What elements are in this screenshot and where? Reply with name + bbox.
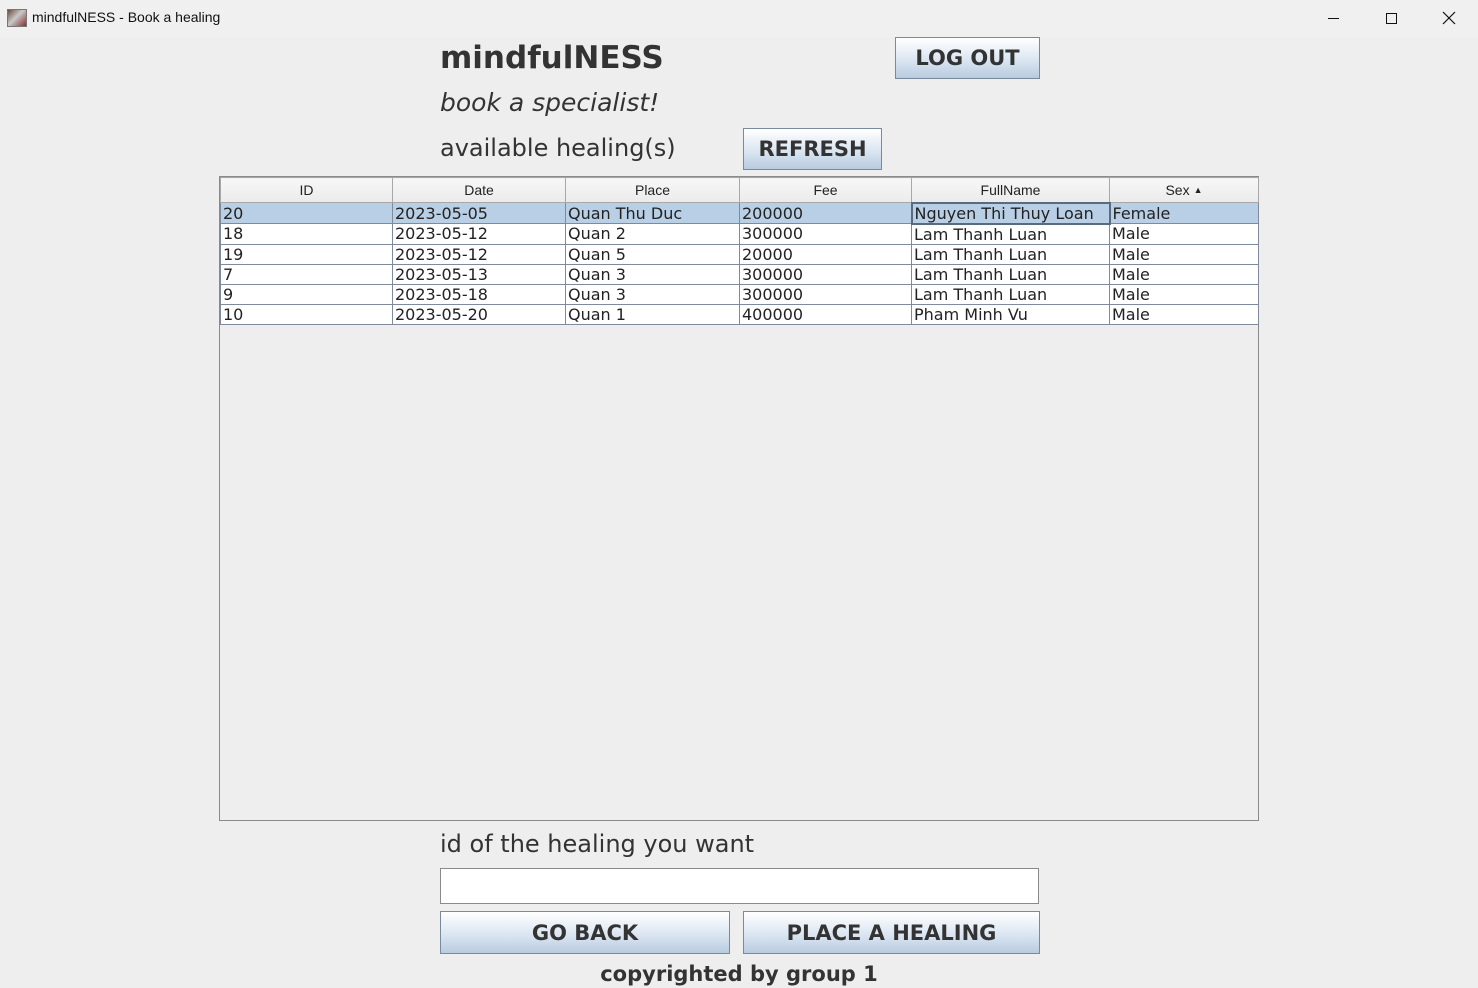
table-cell-place[interactable]: Quan 5	[565, 243, 740, 265]
table-cell-fee[interactable]: 300000	[739, 263, 912, 285]
column-header-label: FullName	[980, 181, 1041, 198]
table-cell-id[interactable]: 20	[220, 202, 393, 224]
table-cell-fee[interactable]: 200000	[739, 202, 912, 224]
table-cell-fullname[interactable]: Pham Minh Vu	[911, 303, 1110, 325]
maximize-button[interactable]	[1362, 0, 1420, 36]
healings-table-viewport[interactable]: ID Date Place Fee FullName Sex ▲ 20 2023-05-05 Q…	[219, 176, 1259, 821]
table-cell-place[interactable]: Quan 2	[565, 223, 740, 245]
go-back-button[interactable]: GO BACK	[440, 911, 730, 954]
table-cell-fullname[interactable]: Lam Thanh Luan	[911, 283, 1110, 305]
close-button[interactable]	[1420, 0, 1478, 36]
table-cell-fee[interactable]: 300000	[739, 223, 912, 245]
table-cell-id[interactable]: 10	[220, 303, 393, 325]
table-cell-sex[interactable]: Male	[1109, 243, 1259, 265]
column-header-label: Place	[634, 182, 671, 198]
sort-ascending-icon: ▲	[1193, 185, 1203, 195]
table-cell-fee[interactable]: 300000	[739, 283, 912, 305]
table-cell-date[interactable]: 2023-05-12	[392, 223, 566, 245]
minimize-icon	[1327, 17, 1339, 19]
column-header-sex[interactable]: Sex ▲	[1109, 177, 1259, 203]
table-cell-fullname[interactable]: Lam Thanh Luan	[911, 243, 1110, 265]
title-bar: mindfulNESS - Book a healing	[0, 0, 1478, 37]
table-row[interactable]: 19 2023-05-12 Quan 5 20000 Lam Thanh Luan Mal…	[220, 243, 1259, 265]
table-row[interactable]: 20 2023-05-05 Quan Thu Duc 200000 Nguyen Thi…	[220, 201, 1259, 225]
table-cell-fullname[interactable]: Nguyen Thi Thuy Loan	[910, 201, 1111, 225]
table-cell-sex[interactable]: Female	[1109, 202, 1259, 224]
refresh-button[interactable]: REFRESH	[743, 128, 882, 170]
column-header-label: Fee	[813, 182, 838, 198]
table-cell-sex[interactable]: Male	[1109, 263, 1259, 285]
table-cell-place[interactable]: Quan 1	[565, 303, 740, 325]
minimize-button[interactable]	[1304, 0, 1362, 36]
brand-title: mindfulNESS	[440, 40, 664, 76]
healing-id-input[interactable]	[440, 868, 1039, 904]
column-header-id[interactable]: ID	[220, 177, 393, 203]
table-cell-id[interactable]: 18	[220, 223, 393, 245]
column-header-label: ID	[299, 182, 314, 198]
table-cell-fee[interactable]: 20000	[739, 243, 912, 265]
table-row[interactable]: 9 2023-05-18 Quan 3 300000 Lam Thanh Luan Mal…	[220, 283, 1259, 305]
table-cell-date[interactable]: 2023-05-05	[392, 202, 566, 224]
column-header-fee[interactable]: Fee	[739, 177, 912, 203]
table-cell-fullname[interactable]: Lam Thanh Luan	[911, 263, 1110, 285]
table-row[interactable]: 10 2023-05-20 Quan 1 400000 Pham Minh Vu Male	[220, 303, 1259, 325]
column-header-date[interactable]: Date	[392, 177, 566, 203]
table-cell-fee[interactable]: 400000	[739, 303, 912, 325]
table-cell-date[interactable]: 2023-05-13	[392, 263, 566, 285]
table-cell-date[interactable]: 2023-05-20	[392, 303, 566, 325]
table-cell-place[interactable]: Quan Thu Duc	[565, 202, 740, 224]
table-cell-place[interactable]: Quan 3	[565, 283, 740, 305]
table-cell-id[interactable]: 9	[220, 283, 393, 305]
column-header-fullname[interactable]: FullName	[911, 177, 1110, 203]
healings-table[interactable]: ID Date Place Fee FullName Sex ▲ 20 2023-05-05 Q…	[220, 177, 1259, 325]
place-healing-button[interactable]: PLACE A HEALING	[743, 911, 1040, 954]
table-cell-date[interactable]: 2023-05-12	[392, 243, 566, 265]
table-cell-id[interactable]: 7	[220, 263, 393, 285]
column-header-place[interactable]: Place	[565, 177, 740, 203]
available-healings-label: available healing(s)	[440, 134, 676, 162]
table-cell-sex[interactable]: Male	[1109, 283, 1259, 305]
table-header-row: ID Date Place Fee FullName Sex ▲	[220, 177, 1259, 203]
table-cell-sex[interactable]: Male	[1109, 223, 1259, 245]
table-cell-fullname[interactable]: Lam Thanh Luan	[911, 223, 1110, 245]
maximize-icon	[1385, 12, 1397, 24]
table-cell-sex[interactable]: Male	[1109, 303, 1259, 325]
table-row[interactable]: 7 2023-05-13 Quan 3 300000 Lam Thanh Luan Mal…	[220, 263, 1259, 285]
footer-copyright: copyrighted by group 1	[600, 962, 878, 986]
column-header-label: Date	[464, 182, 494, 198]
close-icon	[1442, 11, 1456, 25]
table-row[interactable]: 18 2023-05-12 Quan 2 300000 Lam Thanh Luan Ma…	[220, 223, 1259, 245]
column-header-label: Sex	[1165, 182, 1190, 198]
table-cell-id[interactable]: 19	[220, 243, 393, 265]
logout-button[interactable]: LOG OUT	[895, 37, 1040, 79]
healing-id-label: id of the healing you want	[440, 830, 755, 858]
tagline: book a specialist!	[440, 88, 660, 117]
window-title: mindfulNESS - Book a healing	[32, 9, 221, 25]
app-icon	[7, 9, 27, 27]
table-cell-date[interactable]: 2023-05-18	[392, 283, 566, 305]
table-cell-place[interactable]: Quan 3	[565, 263, 740, 285]
